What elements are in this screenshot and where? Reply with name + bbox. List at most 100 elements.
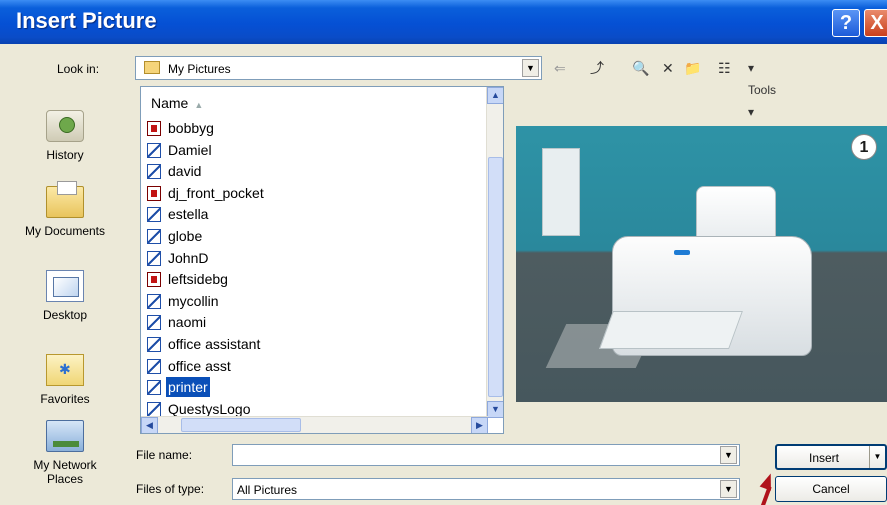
file-list[interactable]: Name ▲ bobbyg Damiel david dj_front_pocketes… bbox=[140, 86, 504, 434]
file-name: JohnD bbox=[168, 249, 209, 266]
delete-icon[interactable]: ✕ bbox=[662, 57, 674, 79]
file-name: leftsidebg bbox=[168, 271, 228, 288]
picture-file-icon bbox=[147, 293, 161, 309]
callout-arrow-tail bbox=[760, 485, 772, 505]
my-documents-icon bbox=[46, 181, 84, 218]
preview-pane: 1 bbox=[516, 126, 887, 402]
vertical-scrollbar[interactable]: ▲ ▼ bbox=[486, 87, 503, 418]
help-button[interactable]: ? bbox=[832, 9, 860, 37]
picture-file-icon bbox=[147, 358, 161, 374]
dialog-title: Insert Picture bbox=[16, 8, 157, 33]
list-item[interactable]: office asst bbox=[147, 356, 477, 377]
scroll-left-icon[interactable]: ◀ bbox=[141, 417, 158, 433]
file-name: Damiel bbox=[168, 141, 212, 158]
insert-options-chevron-icon[interactable]: ▼ bbox=[869, 446, 885, 468]
file-name: bobbyg bbox=[168, 120, 214, 136]
list-item[interactable]: dj_front_pocket bbox=[147, 183, 477, 204]
places-bar: History My Documents Desktop Favorites M… bbox=[0, 90, 130, 505]
file-name: office asst bbox=[168, 357, 231, 374]
list-item[interactable]: bobbyg bbox=[147, 118, 477, 139]
look-in-label: Look in: bbox=[57, 62, 100, 76]
horizontal-scrollbar[interactable]: ◀ ▶ bbox=[141, 416, 488, 433]
scroll-down-icon[interactable]: ▼ bbox=[487, 401, 503, 418]
list-item[interactable]: estella bbox=[147, 204, 477, 225]
history-icon bbox=[46, 110, 84, 142]
place-desktop[interactable]: Desktop bbox=[0, 270, 130, 322]
place-label: Favorites bbox=[40, 392, 90, 406]
search-web-icon[interactable]: 🔍 bbox=[632, 57, 649, 79]
picture-file-icon bbox=[147, 337, 161, 352]
tools-menu[interactable]: ▾ Tools ▾ bbox=[748, 57, 776, 119]
place-history[interactable]: History bbox=[0, 110, 130, 162]
title-bar[interactable]: Insert Picture ? X bbox=[0, 0, 887, 44]
file-name: printer bbox=[166, 377, 210, 398]
look-in-value: My Pictures bbox=[168, 62, 231, 76]
list-item[interactable]: naomi9 bbox=[147, 312, 496, 333]
scroll-thumb-horizontal[interactable] bbox=[181, 418, 301, 432]
place-my-documents[interactable]: My Documents bbox=[0, 181, 130, 238]
image-file-icon bbox=[147, 121, 161, 136]
file-name: globe bbox=[168, 228, 203, 244]
files-of-type-label: Files of type: bbox=[136, 482, 205, 496]
picture-file-icon bbox=[147, 164, 161, 180]
column-header-label: Name bbox=[151, 95, 189, 111]
list-item[interactable]: office assistant bbox=[147, 334, 477, 355]
place-favorites[interactable]: Favorites bbox=[0, 354, 130, 406]
list-item[interactable]: globe2 bbox=[147, 226, 496, 247]
scroll-thumb[interactable] bbox=[488, 157, 503, 397]
cancel-button[interactable]: Cancel bbox=[775, 476, 887, 502]
column-header-name[interactable]: Name ▲ bbox=[151, 95, 203, 111]
place-label: Desktop bbox=[42, 308, 88, 322]
chevron-down-icon[interactable]: ▼ bbox=[522, 59, 539, 77]
preview-wall-panel bbox=[542, 148, 580, 236]
preview-printer-led bbox=[674, 250, 690, 255]
list-item[interactable]: david bbox=[147, 161, 477, 182]
insert-picture-dialog: Insert Picture ? X Look in: My Pictures … bbox=[0, 0, 887, 505]
preview-callout-badge: 1 bbox=[851, 134, 877, 160]
picture-file-icon bbox=[147, 250, 161, 266]
file-name-input[interactable]: ▼ bbox=[232, 444, 740, 466]
scroll-right-icon[interactable]: ▶ bbox=[471, 417, 488, 433]
list-item[interactable]: mycollin1 bbox=[147, 291, 496, 312]
picture-file-icon bbox=[147, 380, 161, 396]
file-name: estella bbox=[168, 206, 209, 223]
up-folder-icon[interactable]: ⤴ bbox=[590, 57, 604, 79]
place-label: My Network Places bbox=[33, 458, 97, 486]
image-file-icon bbox=[147, 272, 161, 288]
place-label: History bbox=[46, 148, 84, 162]
place-label: My Documents bbox=[24, 224, 106, 238]
chevron-down-icon[interactable]: ▼ bbox=[720, 480, 737, 498]
file-name: mycollin bbox=[168, 292, 219, 309]
new-folder-icon[interactable]: 📁 bbox=[684, 57, 701, 79]
file-name: office assistant bbox=[168, 336, 261, 352]
chevron-down-icon[interactable]: ▼ bbox=[720, 446, 737, 464]
scroll-up-icon[interactable]: ▲ bbox=[487, 87, 503, 104]
sort-arrow-icon: ▲ bbox=[194, 100, 204, 110]
preview-printer-tray bbox=[599, 311, 743, 349]
files-of-type-select[interactable]: All Pictures ▼ bbox=[232, 478, 740, 500]
insert-button[interactable]: Insert ▼ bbox=[775, 444, 887, 470]
files-of-type-value: All Pictures bbox=[237, 483, 298, 497]
picture-file-icon bbox=[147, 401, 161, 417]
place-my-network-places[interactable]: My Network Places bbox=[0, 420, 130, 486]
list-item[interactable]: printer bbox=[147, 377, 477, 398]
list-item[interactable]: JohnD bbox=[147, 248, 477, 269]
list-item[interactable]: leftsidebg bbox=[147, 269, 477, 290]
picture-file-icon bbox=[147, 315, 161, 331]
close-button[interactable]: X bbox=[864, 9, 887, 37]
picture-file-icon bbox=[147, 207, 161, 223]
favorites-icon bbox=[46, 354, 84, 386]
look-in-dropdown[interactable]: My Pictures ▼ bbox=[135, 56, 542, 80]
file-name: dj_front_pocket bbox=[168, 184, 264, 201]
folder-icon bbox=[144, 61, 160, 74]
image-file-icon bbox=[147, 185, 161, 201]
back-icon[interactable]: ⇐ bbox=[554, 57, 566, 79]
desktop-icon bbox=[46, 270, 84, 302]
file-name-label: File name: bbox=[136, 448, 193, 462]
picture-file-icon bbox=[147, 229, 161, 244]
picture-file-icon bbox=[147, 142, 161, 158]
insert-label: Insert bbox=[808, 451, 839, 465]
list-item[interactable]: Damiel bbox=[147, 140, 477, 161]
file-name: naomi bbox=[168, 314, 207, 331]
views-icon[interactable]: ☷ bbox=[718, 57, 731, 79]
